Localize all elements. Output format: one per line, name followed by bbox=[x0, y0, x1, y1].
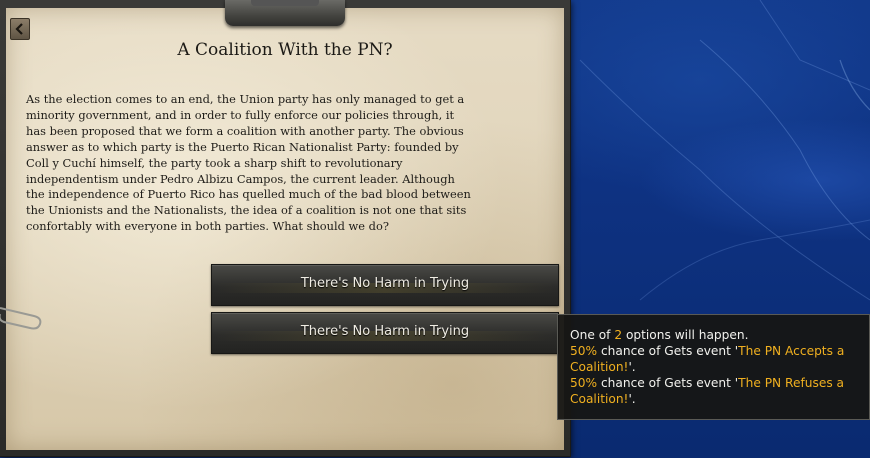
event-window: A Coalition With the PN? As the election… bbox=[0, 0, 570, 456]
event-option-label: There's No Harm in Trying bbox=[300, 275, 470, 291]
back-arrow-icon bbox=[15, 23, 23, 35]
paperclip-icon bbox=[0, 307, 42, 330]
event-option-button-2[interactable]: There's No Harm in Trying bbox=[211, 312, 559, 354]
tooltip-outcome-2: 50% chance of Gets event 'The PN Refuses… bbox=[570, 376, 845, 406]
event-description: As the election comes to an end, the Uni… bbox=[26, 92, 471, 234]
tooltip-outcome-1: 50% chance of Gets event 'The PN Accepts… bbox=[570, 344, 845, 374]
event-option-label: There's No Harm in Trying bbox=[300, 323, 470, 339]
back-button[interactable] bbox=[10, 18, 30, 40]
tooltip-summary: One of 2 options will happen. bbox=[570, 328, 749, 342]
event-option-button-1[interactable]: There's No Harm in Trying bbox=[211, 264, 559, 306]
event-title: A Coalition With the PN? bbox=[177, 40, 393, 60]
option-tooltip: One of 2 options will happen. 50% chance… bbox=[557, 314, 870, 420]
window-clip bbox=[225, 0, 345, 26]
